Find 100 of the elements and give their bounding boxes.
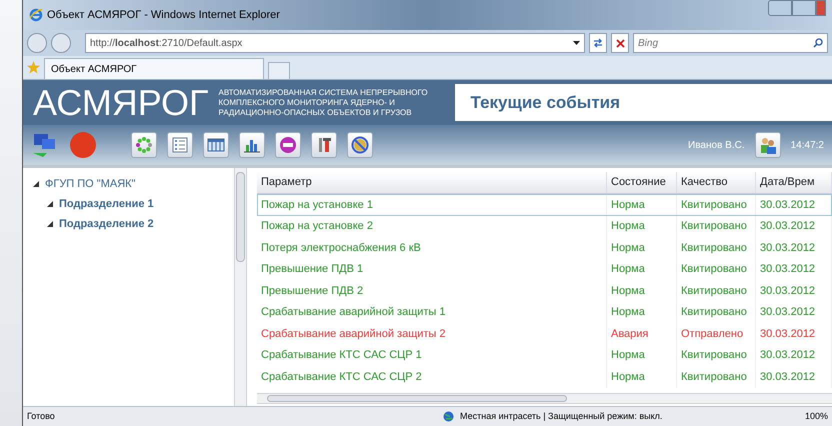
table-cell: 30.03.2012 [756, 344, 832, 366]
table-cell: Квитировано [677, 366, 756, 388]
table-cell: Норма [607, 344, 677, 366]
table-row[interactable]: Пожар на установке 1 Норма Квитировано 30.03.2012 [257, 194, 832, 216]
table-cell: Квитировано [677, 344, 756, 366]
globe-icon [443, 411, 454, 422]
table-cell: Норма [607, 366, 677, 388]
browser-tab[interactable]: Объект АСМЯРОГ [44, 58, 264, 79]
table-cell: 30.03.2012 [756, 323, 832, 344]
search-icon[interactable] [813, 38, 823, 48]
close-icon [616, 38, 624, 48]
bar-chart-button[interactable] [239, 132, 265, 158]
column-header[interactable]: Параметр [257, 172, 607, 193]
tree-item[interactable]: Подразделение 2 [59, 216, 154, 232]
minimize-button[interactable] [768, 0, 792, 16]
clock-time: 14:47:2 [790, 138, 824, 152]
system-subtitle: АВТОМАТИЗИРОВАННАЯ СИСТЕМА НЕПРЕРЫВНОГО КОМПЛЕКСНОГО МОНИТОРИНГА ЯДЕРНО- И РАДИАЦИОННО-ОПАСНЫХ ОБЪЕКТОВ И ГРУЗОВ [218, 88, 429, 118]
table-cell: Квитировано [677, 280, 756, 302]
table-cell: Квитировано [677, 237, 756, 258]
column-header[interactable]: Качество [677, 172, 756, 193]
maximize-button[interactable] [792, 0, 816, 16]
table-cell: Отправлено [677, 323, 756, 344]
table-row[interactable]: Пожар на установке 2 Норма Квитировано 30.03.2012 [257, 216, 832, 237]
column-header[interactable]: Состояние [607, 172, 677, 193]
table-cell: Норма [607, 237, 677, 258]
checklist-button[interactable] [167, 132, 193, 158]
table-cell: Квитировано [677, 258, 756, 280]
table-cell: Пожар на установке 1 [257, 194, 607, 216]
table-cell: Норма [607, 258, 677, 280]
table-row[interactable]: Превышение ПДВ 1 Норма Квитировано 30.03.2012 [257, 258, 832, 280]
browser-logo-icon [29, 8, 43, 22]
table-cell: Срабатывание КТС САС СЦР 2 [257, 366, 607, 388]
table-cell: 30.03.2012 [756, 237, 832, 258]
back-button[interactable] [27, 33, 47, 53]
stop-button[interactable] [611, 33, 629, 53]
table-cell: Норма [607, 280, 677, 302]
expander-icon[interactable] [47, 201, 53, 207]
status-text: Готово [27, 410, 56, 423]
table-row[interactable]: Превышение ПДВ 2 Норма Квитировано 30.03.2012 [257, 280, 832, 302]
zoom-level[interactable]: 100% [804, 410, 828, 424]
table-cell: 30.03.2012 [756, 216, 832, 237]
dots-ring-icon [135, 136, 153, 154]
dots-ring-button[interactable] [131, 132, 157, 158]
checklist-icon [171, 136, 189, 154]
table-row[interactable]: Срабатывание аварийной защиты 2 Авария Отправлено 30.03.2012 [257, 323, 832, 344]
table-cell: Норма [607, 216, 677, 237]
search-field[interactable]: Bing [633, 33, 828, 53]
forward-button[interactable] [51, 33, 71, 53]
tree-item[interactable]: Подразделение 1 [59, 196, 154, 212]
table-cell: Превышение ПДВ 2 [257, 280, 607, 302]
refresh-icon [593, 38, 603, 48]
users-icon [758, 136, 777, 154]
table-cell: Квитировано [677, 216, 756, 237]
prohibited-icon [351, 136, 369, 154]
window-title: Объект АСМЯРОГ - Windows Internet Explorer [47, 8, 280, 23]
table-cell: 30.03.2012 [756, 194, 832, 216]
favorites-star-icon[interactable] [27, 61, 40, 74]
table-cell: Срабатывание аварийной защиты 1 [257, 302, 607, 323]
expander-icon[interactable] [33, 181, 39, 187]
vertical-scrollbar[interactable] [234, 168, 247, 406]
table-cell: 30.03.2012 [756, 366, 832, 388]
user-name: Иванов В.С. [688, 138, 745, 152]
table-row[interactable]: Срабатывание аварийной защиты 1 Норма Квитировано 30.03.2012 [257, 302, 832, 323]
refresh-button[interactable] [589, 33, 607, 53]
tools-button[interactable] [311, 132, 337, 158]
users-button[interactable] [754, 132, 781, 158]
scrollbar-thumb[interactable] [236, 172, 245, 262]
table-button[interactable] [203, 132, 229, 158]
horizontal-scrollbar[interactable] [257, 393, 832, 404]
table-cell: Срабатывание аварийной защиты 2 [257, 323, 607, 344]
minus-circle-icon [279, 136, 297, 154]
stop-circle-icon[interactable] [69, 131, 97, 159]
column-header[interactable]: Дата/Врем [756, 172, 832, 193]
dropdown-icon[interactable] [573, 41, 580, 45]
expander-icon[interactable] [47, 221, 53, 227]
address-field[interactable]: http://localhost:2710/Default.aspx [85, 33, 585, 53]
prohibited-icon-button[interactable] [347, 132, 373, 158]
table-cell: Превышение ПДВ 1 [257, 258, 607, 280]
app-logo: АСМЯРОГ [32, 84, 210, 120]
table-row[interactable]: Потеря электроснабжения 6 кВ Норма Квитировано 30.03.2012 [257, 237, 832, 258]
table-row[interactable]: Срабатывание КТС САС СЦР 2 Норма Квитировано 30.03.2012 [257, 366, 832, 388]
table-cell: Квитировано [677, 302, 756, 323]
table-cell: Пожар на установке 2 [257, 216, 607, 237]
table-row[interactable]: Срабатывание КТС САС СЦР 1 Норма Квитировано 30.03.2012 [257, 344, 832, 366]
minus-circle-button[interactable] [275, 132, 301, 158]
table-cell: Срабатывание КТС САС СЦР 1 [257, 344, 607, 366]
table-cell: 30.03.2012 [756, 258, 832, 280]
table-cell: Потеря электроснабжения 6 кВ [257, 237, 607, 258]
url-text: http://localhost:2710/Default.aspx [90, 36, 244, 50]
table-cell: Авария [607, 323, 677, 344]
table-cell: Норма [607, 194, 677, 216]
table-cell: Норма [607, 302, 677, 323]
table-cell: Квитировано [677, 194, 756, 216]
page-title: Текущие события [470, 92, 620, 114]
security-zone: Местная интрасеть | Защищенный режим: выкл. [460, 410, 662, 423]
table-cell: 30.03.2012 [756, 302, 832, 323]
table-cell: 30.03.2012 [756, 280, 832, 302]
scrollbar-thumb[interactable] [267, 395, 567, 402]
table-icon [207, 136, 225, 154]
tree-item[interactable]: ФГУП ПО "МАЯК" [45, 176, 136, 192]
